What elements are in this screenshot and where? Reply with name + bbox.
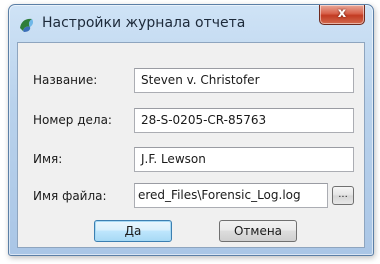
- person-name-label: Имя:: [33, 152, 63, 166]
- title-bar[interactable]: Настройки журнала отчета x: [9, 5, 373, 41]
- dialog-body: Название: Steven v. Christofer Номер дел…: [17, 42, 365, 248]
- ok-button[interactable]: Да: [94, 220, 172, 242]
- app-icon: [18, 16, 36, 34]
- case-number-label: Номер дела:: [33, 113, 112, 127]
- close-icon: x: [337, 6, 347, 21]
- file-name-field[interactable]: ered_Files\Forensic_Log.log: [134, 183, 328, 208]
- name-field[interactable]: Steven v. Christofer: [134, 68, 354, 93]
- close-button[interactable]: x: [319, 5, 365, 25]
- file-name-label: Имя файла:: [33, 189, 107, 203]
- case-number-field[interactable]: 28-S-0205-CR-85763: [134, 108, 354, 133]
- window-title: Настройки журнала отчета: [42, 15, 246, 31]
- person-name-field[interactable]: J.F. Lewson: [134, 147, 354, 172]
- browse-button[interactable]: ...: [332, 186, 354, 205]
- dialog-window: Настройки журнала отчета x Название: Ste…: [8, 4, 374, 256]
- cancel-button[interactable]: Отмена: [219, 220, 297, 242]
- name-label: Название:: [33, 73, 98, 87]
